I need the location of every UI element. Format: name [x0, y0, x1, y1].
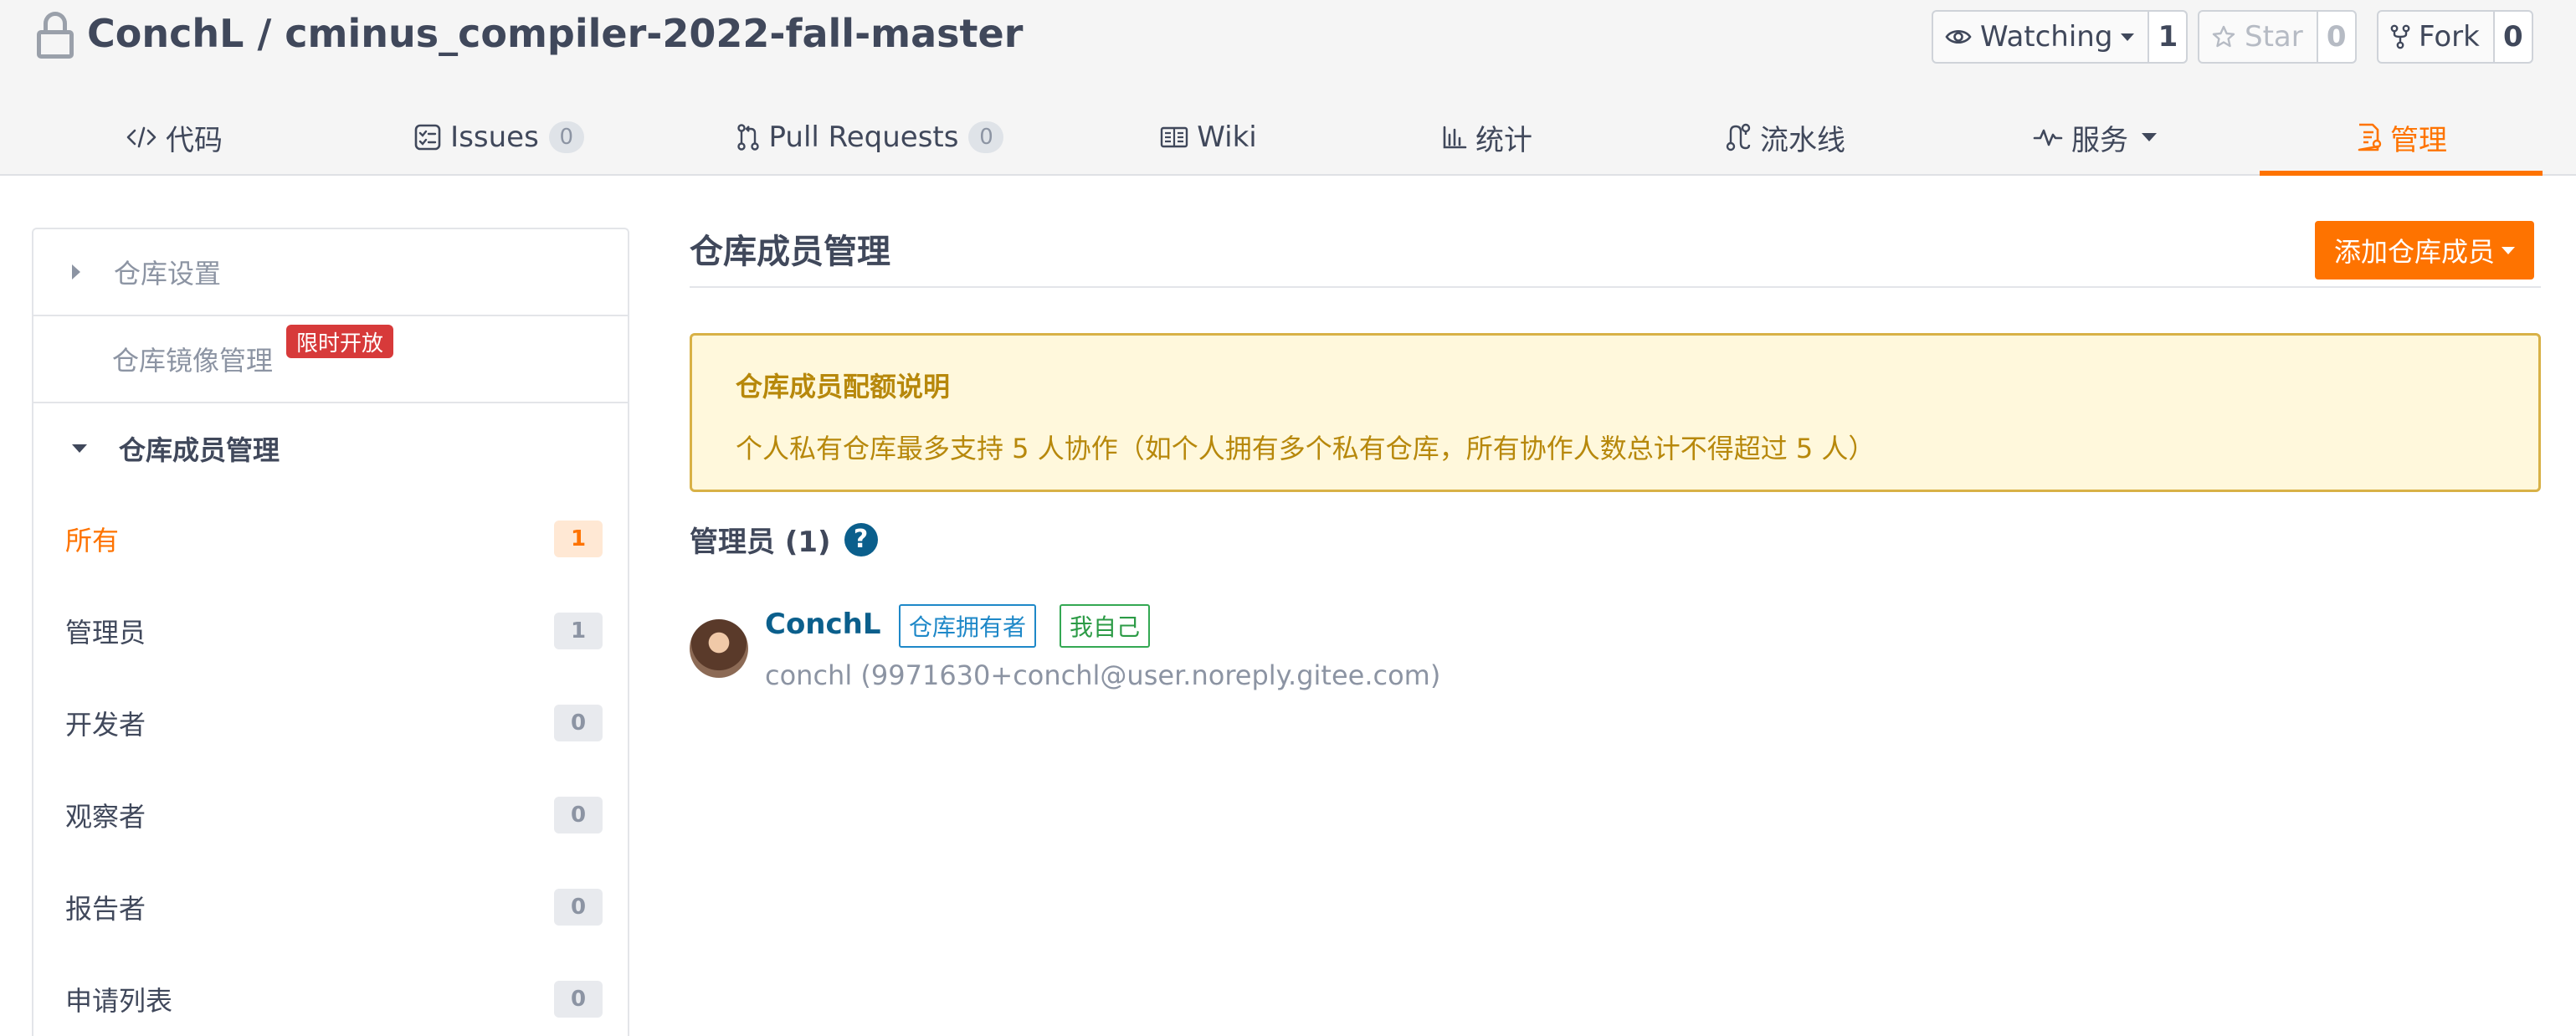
sidebar-member-management[interactable]: 仓库成员管理 [33, 403, 628, 494]
tab-issues[interactable]: Issues 0 [398, 100, 599, 174]
sidebar-item-label: 开发者 [65, 709, 146, 741]
chevron-down-icon [2502, 246, 2515, 254]
settings-sidebar: 仓库设置 仓库镜像管理 限时开放 仓库成员管理 所有 1 管理员 1 开发者 0… [32, 228, 629, 1036]
manage-doc-icon [2355, 123, 2382, 151]
star-icon [2211, 24, 2236, 49]
member-email: conchl (9971630+conchl@user.noreply.gite… [765, 659, 1441, 691]
tab-manage-label: 管理 [2390, 123, 2447, 157]
star-button[interactable]: Star [2199, 12, 2318, 62]
member-name-link[interactable]: ConchL [765, 608, 881, 641]
repo-separator: / [244, 11, 285, 56]
sidebar-item-count: 0 [554, 797, 603, 833]
tab-statistics-label: 统计 [1475, 123, 1532, 157]
caret-down-icon [72, 444, 87, 453]
repo-header: ConchL / cminus_compiler-2022-fall-maste… [0, 0, 2576, 176]
sidebar-item-count: 0 [554, 889, 603, 926]
fork-count[interactable]: 0 [2494, 12, 2532, 62]
sidebar-item-count: 0 [554, 981, 603, 1018]
title-divider [690, 286, 2541, 288]
sidebar-item-label: 管理员 [65, 617, 146, 649]
chevron-down-icon [2121, 33, 2135, 41]
tab-services-label: 服务 [2071, 123, 2128, 157]
tab-services[interactable]: 服务 [2024, 100, 2166, 174]
activity-icon [2033, 126, 2063, 149]
sidebar-item-all[interactable]: 所有 1 [33, 494, 628, 584]
add-member-button[interactable]: 添加仓库成员 [2315, 221, 2534, 280]
fork-label: Fork [2419, 20, 2480, 54]
star-button-group: Star 0 [2198, 10, 2357, 64]
tab-statistics[interactable]: 统计 [1433, 100, 1542, 174]
issues-count-badge: 0 [548, 121, 584, 153]
sidebar-item-reporters[interactable]: 报告者 0 [33, 862, 628, 952]
chevron-down-icon [2142, 133, 2157, 141]
star-count[interactable]: 0 [2317, 12, 2355, 62]
add-member-label: 添加仓库成员 [2333, 236, 2495, 268]
avatar[interactable] [690, 619, 748, 678]
sidebar-item-label: 申请列表 [65, 985, 173, 1017]
limited-open-badge: 限时开放 [286, 325, 394, 358]
sidebar-item-applications[interactable]: 申请列表 0 [33, 954, 628, 1036]
sidebar-item-label: 观察者 [65, 801, 146, 833]
admins-heading-label: 管理员 (1) [690, 526, 831, 559]
caret-right-icon [72, 264, 80, 280]
tab-manage[interactable]: 管理 [2260, 100, 2543, 176]
tab-pull-requests-label: Pull Requests [768, 121, 959, 154]
tab-pipeline[interactable]: 流水线 [1714, 100, 1856, 174]
tab-pull-requests[interactable]: Pull Requests 0 [731, 100, 1008, 174]
pull-requests-count-badge: 0 [968, 121, 1004, 153]
sidebar-repo-settings-label: 仓库设置 [114, 258, 222, 290]
watch-button-group: Watching 1 [1932, 10, 2189, 64]
watch-label: Watching [1980, 20, 2113, 54]
sidebar-mirror-management[interactable]: 仓库镜像管理 限时开放 [33, 316, 628, 403]
sidebar-item-count: 1 [554, 613, 603, 649]
sidebar-item-observers[interactable]: 观察者 0 [33, 770, 628, 860]
self-tag: 我自己 [1060, 604, 1151, 648]
watch-count[interactable]: 1 [2149, 12, 2187, 62]
notice-title: 仓库成员配额说明 [736, 371, 951, 403]
eye-icon [1945, 28, 1972, 46]
sidebar-item-developers[interactable]: 开发者 0 [33, 678, 628, 768]
pipeline-icon [1725, 123, 1752, 151]
sidebar-item-count: 1 [554, 521, 603, 557]
bar-chart-icon [1442, 125, 1467, 150]
sidebar-item-label: 所有 [65, 525, 120, 556]
tab-wiki[interactable]: Wiki [1150, 100, 1267, 174]
fork-button[interactable]: Fork [2378, 12, 2495, 62]
owner-tag: 仓库拥有者 [899, 604, 1037, 648]
notice-text: 个人私有仓库最多支持 5 人协作（如个人拥有多个私有仓库，所有协作人数总计不得超… [736, 433, 1876, 464]
sidebar-repo-settings[interactable]: 仓库设置 [33, 229, 628, 316]
lock-icon [33, 10, 77, 59]
sidebar-member-label: 仓库成员管理 [119, 434, 280, 466]
tab-issues-label: Issues [450, 121, 539, 154]
page-title: 仓库成员管理 [690, 233, 890, 271]
fork-icon [2390, 24, 2410, 49]
watch-button[interactable]: Watching [1933, 12, 2150, 62]
pull-request-icon [736, 123, 761, 151]
sidebar-item-admins[interactable]: 管理员 1 [33, 586, 628, 676]
quota-notice: 仓库成员配额说明 个人私有仓库最多支持 5 人协作（如个人拥有多个私有仓库，所有… [690, 333, 2541, 492]
repo-owner-link[interactable]: ConchL [87, 11, 244, 56]
repo-title: ConchL / cminus_compiler-2022-fall-maste… [33, 7, 1023, 60]
help-icon[interactable]: ? [844, 522, 878, 556]
tab-code[interactable]: 代码 [107, 100, 241, 174]
tab-code-label: 代码 [166, 123, 223, 157]
fork-button-group: Fork 0 [2377, 10, 2533, 64]
sidebar-item-label: 报告者 [65, 893, 146, 925]
repo-tabs: 代码 Issues 0 Pull Requests 0 Wiki 统计 流水线 … [0, 100, 2576, 176]
admins-heading: 管理员 (1) ? [690, 519, 878, 560]
star-label: Star [2245, 20, 2303, 54]
sidebar-item-count: 0 [554, 705, 603, 741]
repo-name-link[interactable]: cminus_compiler-2022-fall-master [285, 11, 1023, 56]
tab-wiki-label: Wiki [1197, 121, 1257, 154]
code-icon [126, 125, 157, 150]
member-row: ConchL 仓库拥有者 我自己 conchl (9971630+conchl@… [690, 604, 1694, 708]
issues-icon [413, 123, 442, 151]
sidebar-mirror-label: 仓库镜像管理 [112, 345, 274, 377]
tab-pipeline-label: 流水线 [1760, 123, 1845, 157]
book-icon [1160, 126, 1188, 149]
